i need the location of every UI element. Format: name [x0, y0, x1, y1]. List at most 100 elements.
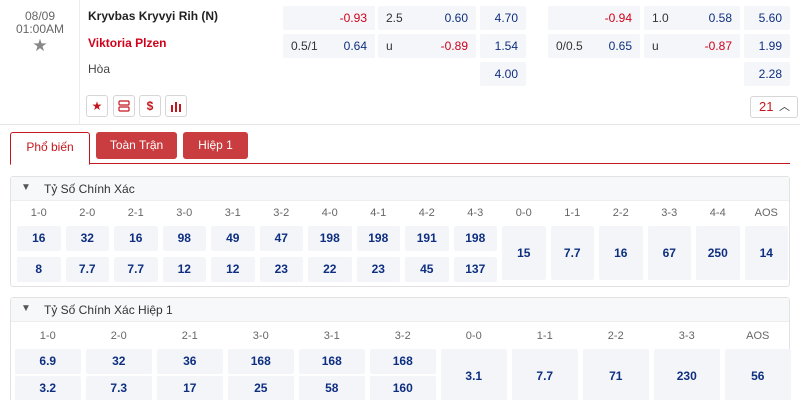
score-odds-cell[interactable]: 16 — [17, 226, 61, 251]
odds-ft-1x2-away[interactable]: 1.54 — [480, 34, 526, 58]
score-odds-cell[interactable]: 47 — [259, 226, 303, 251]
tab-first-half[interactable]: Hiệp 1 — [183, 132, 248, 159]
score-odds-cell[interactable]: 198 — [453, 226, 497, 251]
home-team-name[interactable]: Kryvbas Kryvyi Rih (N) — [88, 9, 218, 23]
score-odds-cell[interactable]: 198 — [308, 226, 352, 251]
market-tabs: Phổ biến Toàn Trận Hiệp 1 — [10, 132, 790, 165]
odds-h1-1x2-away[interactable]: 1.99 — [744, 34, 790, 58]
score-odds-cell[interactable]: 15 — [502, 226, 546, 280]
score-odds-cell[interactable]: 49 — [211, 226, 255, 251]
score-odds-cell[interactable]: 16 — [599, 226, 643, 280]
ou-line: 1.0 — [652, 11, 669, 25]
section-header[interactable]: ▼ Tỷ Số Chính Xác Hiệp 1 — [11, 298, 789, 322]
score-header: 4-1 — [370, 207, 387, 219]
score-odds-cell[interactable]: 6.9 — [15, 349, 81, 374]
section-title: Tỷ Số Chính Xác — [44, 182, 135, 196]
tab-popular[interactable]: Phổ biến — [10, 132, 90, 165]
chevron-up-icon: ︿ — [779, 101, 790, 113]
section-header[interactable]: ▼ Tỷ Số Chính Xác — [11, 177, 789, 201]
score-odds-cell[interactable]: 198 — [356, 226, 400, 251]
score-odds-cell[interactable]: 7.3 — [86, 376, 152, 400]
odds-value: -0.89 — [440, 39, 468, 53]
score-odds-cell[interactable]: 8 — [17, 257, 61, 282]
more-count: 21 — [759, 99, 774, 114]
score-odds-cell[interactable]: 67 — [647, 226, 691, 280]
odds-ft-1x2-draw[interactable]: 4.00 — [480, 62, 526, 86]
odds-h1-1x2-home[interactable]: 5.60 — [744, 6, 790, 30]
score-odds-cell[interactable]: 160 — [370, 376, 436, 400]
chevron-down-icon: ▼ — [21, 303, 31, 314]
draw-label: Hòa — [88, 62, 111, 76]
score-odds-cell[interactable]: 168 — [299, 349, 365, 374]
correct-score-h1-section: ▼ Tỷ Số Chính Xác Hiệp 1 1-0 6.9 3.2 2-0 32 7… — [10, 297, 791, 400]
score-odds-cell[interactable]: 45 — [405, 257, 449, 282]
score-odds-cell[interactable]: 7.7 — [550, 226, 594, 280]
score-header: 3-3 — [661, 207, 678, 219]
score-odds-cell[interactable]: 168 — [228, 349, 294, 374]
odds-value: 0.60 — [444, 11, 468, 25]
odds-h1-1x2-draw[interactable]: 2.28 — [744, 62, 790, 86]
score-odds-cell[interactable]: 36 — [157, 349, 223, 374]
score-odds-cell[interactable]: 137 — [453, 257, 497, 282]
score-odds-cell[interactable]: 23 — [259, 257, 303, 282]
score-header: 2-1 — [181, 330, 198, 342]
odds-value: 2.28 — [758, 67, 782, 81]
star-icon[interactable]: ★ — [31, 37, 49, 55]
odds-value: -0.94 — [604, 11, 632, 25]
score-header: 0-0 — [465, 330, 482, 342]
odds-h1-ou-1[interactable]: 1.0 0.58 — [644, 6, 740, 30]
odds-value: 0.58 — [708, 11, 732, 25]
score-header: 2-2 — [607, 330, 624, 342]
layers-icon[interactable] — [113, 95, 135, 117]
score-odds-cell[interactable]: 168 — [370, 349, 436, 374]
score-odds-cell[interactable]: 56 — [725, 349, 791, 400]
odds-h1-ou-2[interactable]: u -0.87 — [644, 34, 740, 58]
dollar-icon[interactable]: $ — [139, 95, 161, 117]
score-odds-cell[interactable]: 230 — [654, 349, 720, 400]
odds-ft-hdp-2[interactable]: 0.5/1 0.64 — [283, 34, 375, 58]
score-odds-cell[interactable]: 32 — [86, 349, 152, 374]
ou-line: u — [652, 39, 659, 53]
score-odds-cell[interactable]: 71 — [583, 349, 649, 400]
score-odds-cell[interactable]: 7.7 — [114, 257, 158, 282]
odds-h1-hdp-1[interactable]: -0.94 — [548, 6, 640, 30]
odds-ft-hdp-1[interactable]: -0.93 — [283, 6, 375, 30]
score-header: 0-0 — [515, 207, 532, 219]
score-odds-cell[interactable]: 17 — [157, 376, 223, 400]
score-odds-cell[interactable]: 98 — [162, 226, 206, 251]
score-odds-cell[interactable]: 12 — [162, 257, 206, 282]
score-header: 2-0 — [110, 330, 127, 342]
score-header: AOS — [754, 207, 778, 219]
score-header: 3-0 — [252, 330, 269, 342]
odds-ft-ou-1[interactable]: 2.5 0.60 — [378, 6, 476, 30]
score-odds-cell[interactable]: 32 — [65, 226, 109, 251]
odds-ft-1x2-home[interactable]: 4.70 — [480, 6, 526, 30]
score-odds-cell[interactable]: 3.1 — [441, 349, 507, 400]
score-odds-cell[interactable]: 3.2 — [15, 376, 81, 400]
score-header: 1-0 — [30, 207, 47, 219]
score-odds-cell[interactable]: 14 — [744, 226, 788, 280]
chart-icon[interactable] — [165, 95, 187, 117]
score-odds-cell[interactable]: 7.7 — [65, 257, 109, 282]
score-odds-cell[interactable]: 7.7 — [512, 349, 578, 400]
score-odds-cell[interactable]: 22 — [308, 257, 352, 282]
odds-ft-ou-2[interactable]: u -0.89 — [378, 34, 476, 58]
score-header: 4-4 — [709, 207, 726, 219]
match-row: 08/09 01:00AM ★ Kryvbas Kryvyi Rih (N) V… — [0, 0, 800, 125]
tab-full-match[interactable]: Toàn Trận — [96, 132, 177, 159]
score-odds-cell[interactable]: 23 — [356, 257, 400, 282]
score-odds-cell[interactable]: 191 — [405, 226, 449, 251]
more-markets-button[interactable]: 21 ︿ — [750, 96, 798, 118]
score-odds-cell[interactable]: 250 — [696, 226, 740, 280]
odds-value: 4.00 — [494, 67, 518, 81]
odds-h1-hdp-2[interactable]: 0/0.5 0.65 — [548, 34, 640, 58]
score-odds-cell[interactable]: 12 — [211, 257, 255, 282]
score-odds-cell[interactable]: 25 — [228, 376, 294, 400]
score-odds-cell[interactable]: 58 — [299, 376, 365, 400]
ou-line: u — [386, 39, 393, 53]
favorite-icon[interactable]: ★ — [86, 95, 108, 117]
score-header: 3-1 — [323, 330, 340, 342]
score-odds-cell[interactable]: 16 — [114, 226, 158, 251]
away-team-name[interactable]: Viktoria Plzen — [88, 36, 166, 50]
odds-value: 1.99 — [758, 39, 782, 53]
